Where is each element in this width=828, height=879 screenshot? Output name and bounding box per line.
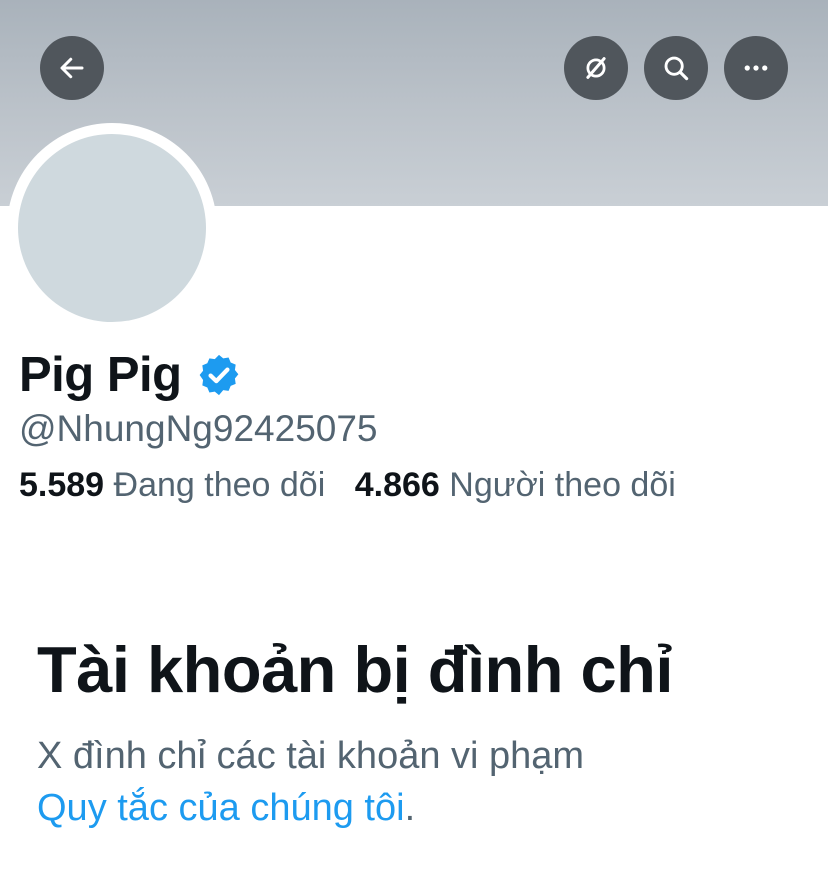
follow-stats: 5.589 Đang theo dõi 4.866 Người theo dõi (19, 466, 696, 505)
search-icon (661, 53, 691, 83)
display-name: Pig Pig (19, 348, 182, 402)
avatar[interactable] (18, 134, 206, 322)
rules-link[interactable]: Quy tắc của chúng tôi (37, 787, 405, 829)
following-stat[interactable]: 5.589 Đang theo dõi (19, 466, 325, 505)
back-button[interactable] (40, 36, 104, 100)
followers-label: Người theo dõi (449, 466, 676, 504)
verified-badge-icon[interactable] (196, 352, 242, 398)
followers-count: 4.866 (354, 466, 440, 504)
link-punctuation: . (404, 787, 416, 829)
following-label: Đang theo dõi (113, 466, 326, 504)
arrow-left-icon (57, 53, 87, 83)
followers-stat[interactable]: 4.866 Người theo dõi (355, 466, 676, 505)
suspended-title: Tài khoản bị đình chỉ (37, 633, 673, 706)
suspended-message-block: X đình chỉ các tài khoản vi phạm Quy tắc… (37, 730, 797, 834)
more-button[interactable] (724, 36, 788, 100)
more-horizontal-icon (741, 53, 771, 83)
following-count: 5.589 (19, 466, 105, 504)
suspended-message: X đình chỉ các tài khoản vi phạm (37, 735, 585, 777)
search-button[interactable] (644, 36, 708, 100)
profile-handle: @NhungNg92425075 (19, 408, 378, 449)
eye-slash-icon (581, 53, 611, 83)
profile-name-row: Pig Pig (19, 340, 242, 410)
hide-button[interactable] (564, 36, 628, 100)
